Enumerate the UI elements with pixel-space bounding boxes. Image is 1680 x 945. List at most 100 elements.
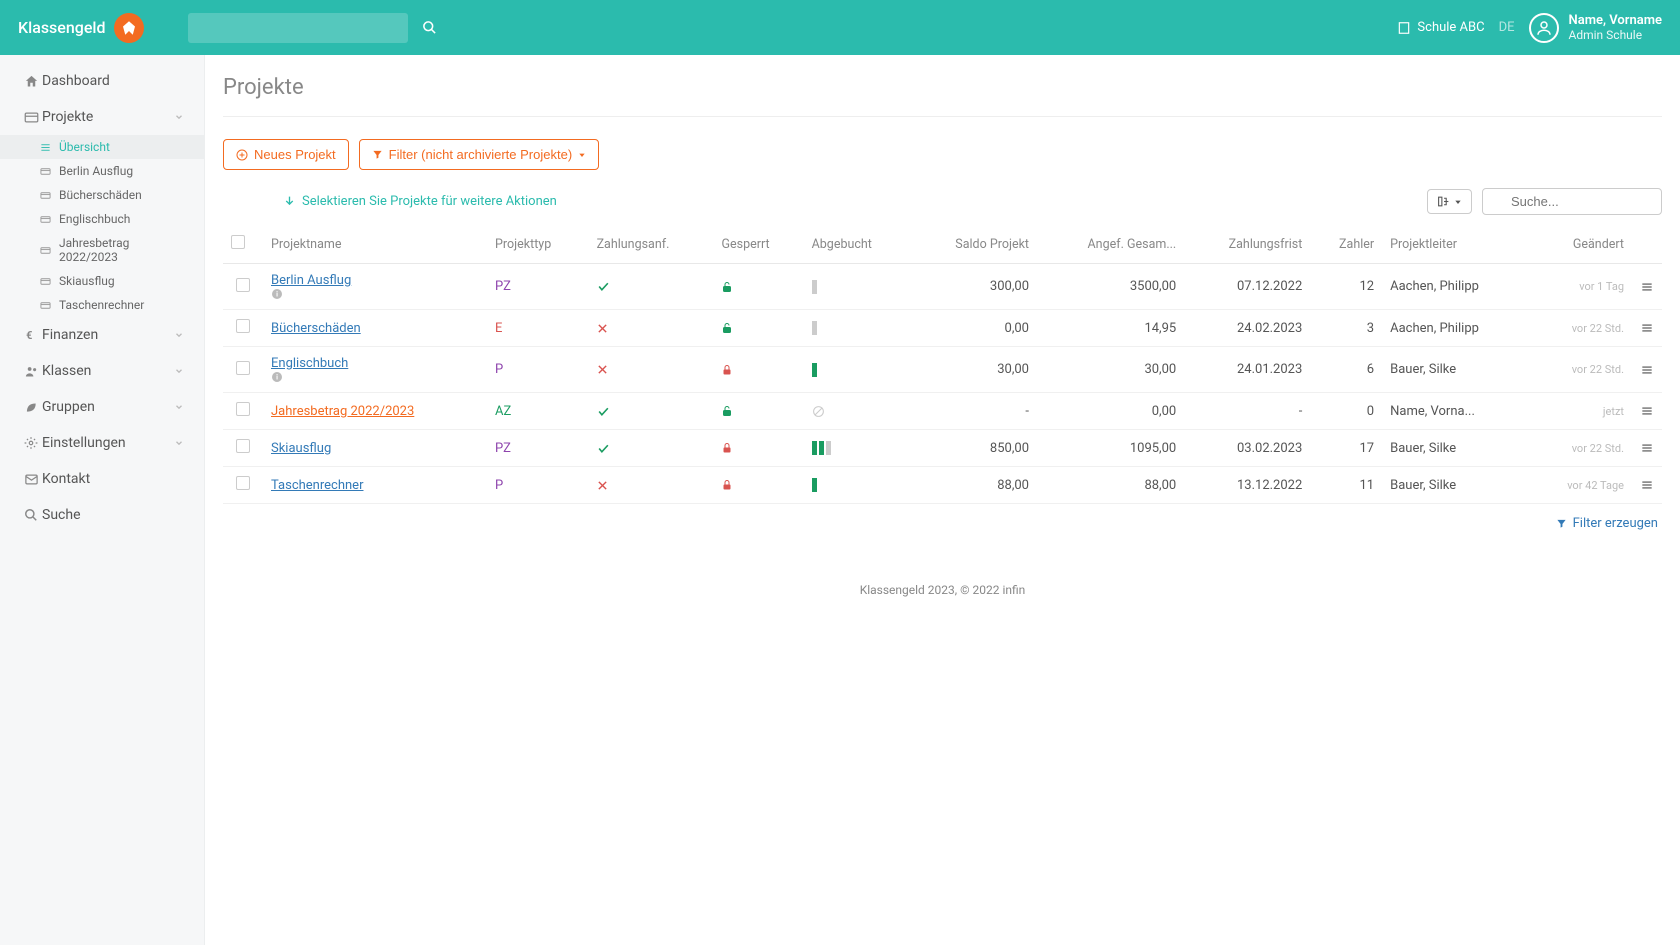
- sidebar-sub-item[interactable]: Englischbuch: [0, 207, 204, 231]
- project-link[interactable]: Jahresbetrag 2022/2023: [271, 404, 414, 419]
- progress-bar-segment: [812, 441, 817, 455]
- col-name[interactable]: Projektname: [263, 225, 487, 264]
- col-frist[interactable]: Zahlungsfrist: [1184, 225, 1310, 264]
- logo-text: Klassengeld: [18, 18, 106, 37]
- user-menu[interactable]: Name, Vorname Admin Schule: [1529, 13, 1662, 43]
- row-menu-button[interactable]: [1640, 363, 1654, 377]
- mail-icon: [20, 472, 42, 487]
- cell-frist: 13.12.2022: [1184, 467, 1310, 504]
- chevron-down-icon: [174, 112, 184, 122]
- row-menu-button[interactable]: [1640, 478, 1654, 492]
- sidebar-sub-item[interactable]: Taschenrechner: [0, 293, 204, 317]
- col-gesperrt[interactable]: Gesperrt: [713, 225, 803, 264]
- project-link[interactable]: Taschenrechner: [271, 478, 363, 493]
- euro-icon: €: [20, 329, 42, 342]
- project-link[interactable]: Bücherschäden: [271, 321, 361, 336]
- cell-zahler: 0: [1310, 393, 1382, 430]
- global-search-input[interactable]: [188, 13, 408, 43]
- progress-bar-segment: [812, 478, 817, 492]
- card-icon: [20, 110, 42, 125]
- user-name: Name, Vorname: [1569, 13, 1662, 29]
- footer: Klassengeld 2023, © 2022 infin: [223, 533, 1662, 617]
- create-filter-link[interactable]: Filter erzeugen: [1556, 516, 1658, 531]
- nav-label: Einstellungen: [42, 435, 126, 451]
- building-icon: [1397, 21, 1411, 35]
- row-menu-button[interactable]: [1640, 321, 1654, 335]
- button-label: Neues Projekt: [254, 147, 336, 162]
- nav-dashboard[interactable]: Dashboard: [0, 63, 204, 99]
- disabled-icon: [812, 405, 903, 418]
- cell-geaendert: vor 22 Std.: [1572, 363, 1624, 376]
- card-icon: [40, 166, 51, 177]
- sub-label: Bücherschäden: [59, 188, 142, 202]
- cell-zahler: 12: [1310, 264, 1382, 310]
- lock-closed-icon: [721, 442, 795, 454]
- col-saldo[interactable]: Saldo Projekt: [911, 225, 1037, 264]
- lock-closed-icon: [721, 479, 795, 491]
- language-selector[interactable]: DE: [1499, 20, 1515, 35]
- sidebar-sub-item[interactable]: Skiausflug: [0, 269, 204, 293]
- topbar: Klassengeld Schule ABC DE Name, Vorname …: [0, 0, 1680, 55]
- col-type[interactable]: Projekttyp: [487, 225, 589, 264]
- project-type: P: [495, 478, 503, 493]
- row-menu-button[interactable]: [1640, 441, 1654, 455]
- sidebar-sub-item[interactable]: Jahresbetrag 2022/2023: [0, 231, 204, 269]
- users-icon: [20, 364, 42, 379]
- sidebar-sub-item[interactable]: Bücherschäden: [0, 183, 204, 207]
- col-zahlungsanf[interactable]: Zahlungsanf.: [589, 225, 714, 264]
- sidebar-sub-item[interactable]: Berlin Ausflug: [0, 159, 204, 183]
- cell-angef: 3500,00: [1037, 264, 1184, 310]
- new-project-button[interactable]: Neues Projekt: [223, 139, 349, 170]
- nav-klassen[interactable]: Klassen: [0, 353, 204, 389]
- project-link[interactable]: Englischbuch: [271, 356, 348, 371]
- cell-geaendert: vor 22 Std.: [1572, 442, 1624, 455]
- row-menu-button[interactable]: [1640, 280, 1654, 294]
- nav-gruppen[interactable]: Gruppen: [0, 389, 204, 425]
- row-menu-button[interactable]: [1640, 404, 1654, 418]
- table-row: BücherschädenE0,0014,9524.02.20233Aachen…: [223, 310, 1662, 347]
- chevron-down-icon: [174, 366, 184, 376]
- plus-icon: [236, 149, 248, 161]
- select-all-checkbox[interactable]: [231, 235, 245, 249]
- cell-leiter: Aachen, Philipp: [1382, 310, 1529, 347]
- project-link[interactable]: Berlin Ausflug: [271, 273, 351, 288]
- progress-bar-segment: [812, 321, 817, 335]
- logo[interactable]: Klassengeld: [18, 13, 188, 43]
- row-checkbox[interactable]: [236, 402, 250, 416]
- col-geaendert[interactable]: Geändert: [1530, 225, 1632, 264]
- filter-button[interactable]: Filter (nicht archivierte Projekte): [359, 139, 600, 170]
- row-checkbox[interactable]: [236, 439, 250, 453]
- fox-icon: [114, 13, 144, 43]
- nav-suche[interactable]: Suche: [0, 497, 204, 533]
- row-checkbox[interactable]: [236, 319, 250, 333]
- sidebar-sub-item[interactable]: Übersicht: [0, 135, 204, 159]
- column-settings-button[interactable]: [1427, 189, 1472, 214]
- row-checkbox[interactable]: [236, 278, 250, 292]
- global-search-button[interactable]: [416, 14, 443, 41]
- project-type: AZ: [495, 404, 511, 419]
- topbar-right: Schule ABC DE Name, Vorname Admin Schule: [1397, 13, 1662, 43]
- row-checkbox[interactable]: [236, 361, 250, 375]
- col-zahler[interactable]: Zahler: [1310, 225, 1382, 264]
- project-link[interactable]: Skiausflug: [271, 441, 331, 456]
- table-row: TaschenrechnerP88,0088,0013.12.202211Bau…: [223, 467, 1662, 504]
- card-icon: [40, 214, 51, 225]
- table-row: SkiausflugPZ850,001095,0003.02.202317Bau…: [223, 430, 1662, 467]
- table-search-input[interactable]: [1482, 188, 1662, 215]
- col-angef[interactable]: Angef. Gesam...: [1037, 225, 1184, 264]
- nav-kontakt[interactable]: Kontakt: [0, 461, 204, 497]
- progress-bar-segment: [812, 363, 817, 377]
- col-leiter[interactable]: Projektleiter: [1382, 225, 1529, 264]
- cell-leiter: Bauer, Silke: [1382, 467, 1529, 504]
- nav-projekte[interactable]: Projekte: [0, 99, 204, 135]
- col-abgebucht[interactable]: Abgebucht: [804, 225, 911, 264]
- hint-text: Selektieren Sie Projekte für weitere Akt…: [302, 194, 557, 209]
- svg-text:i: i: [276, 374, 278, 382]
- nav-finanzen[interactable]: € Finanzen: [0, 317, 204, 353]
- cell-saldo: 0,00: [911, 310, 1037, 347]
- table-row: Englischbuch iP30,0030,0024.01.20236Baue…: [223, 347, 1662, 393]
- row-checkbox[interactable]: [236, 476, 250, 490]
- nav-einstellungen[interactable]: Einstellungen: [0, 425, 204, 461]
- cell-saldo: 300,00: [911, 264, 1037, 310]
- school-selector[interactable]: Schule ABC: [1397, 20, 1484, 35]
